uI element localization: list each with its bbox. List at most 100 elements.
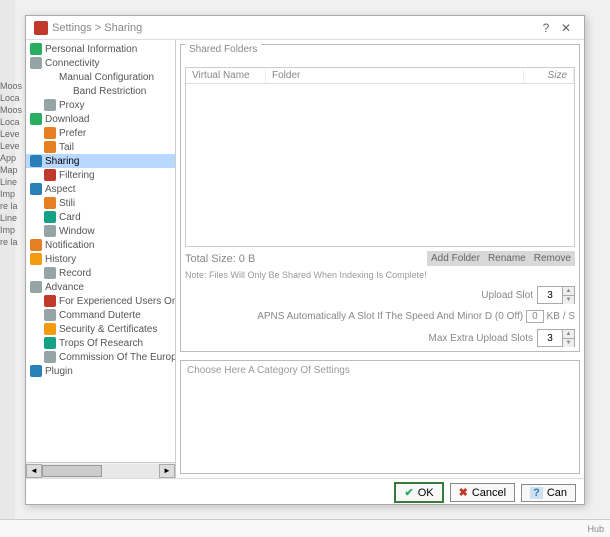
tree-node-connectivity[interactable]: Connectivity — [26, 56, 175, 70]
scroll-thumb[interactable] — [42, 465, 102, 477]
spin-up-icon[interactable]: ▲ — [562, 330, 574, 339]
tree-node-aspect[interactable]: Aspect — [26, 182, 175, 196]
rename-button[interactable]: Rename — [484, 251, 530, 266]
tree-node-label: Plugin — [45, 366, 73, 377]
tree-node-label: Band Restriction — [73, 86, 146, 97]
spin-down-icon[interactable]: ▼ — [562, 296, 574, 304]
tree-node-icon — [44, 197, 56, 209]
indexing-note: Note: Files Will Only Be Shared When Ind… — [185, 270, 575, 280]
x-icon: ✖ — [459, 486, 468, 499]
tree-node-manual-configuration[interactable]: Manual Configuration — [26, 70, 175, 84]
upload-slot-input[interactable] — [538, 287, 562, 303]
tree-node-band-restriction[interactable]: Band Restriction — [26, 84, 175, 98]
apns-unit: KB / S — [547, 311, 575, 322]
spin-up-icon[interactable]: ▲ — [562, 287, 574, 296]
tree-node-label: Window — [59, 226, 95, 237]
tree-node-label: Trops Of Research — [59, 338, 143, 349]
max-extra-input[interactable] — [538, 330, 562, 346]
tree-node-icon — [44, 211, 56, 223]
tree-node-stili[interactable]: Stili — [26, 196, 175, 210]
tree-node-icon — [44, 127, 56, 139]
ok-button[interactable]: ✔ OK — [394, 482, 443, 503]
tree-node-icon — [44, 323, 56, 335]
tree-node-label: Prefer — [59, 128, 86, 139]
category-tree[interactable]: Personal InformationConnectivity Manual C… — [26, 40, 176, 478]
col-folder[interactable]: Folder — [266, 68, 524, 83]
folder-list-body[interactable] — [186, 84, 574, 239]
help-button[interactable]: ? — [536, 21, 556, 35]
status-bar: Hub — [0, 519, 610, 537]
tree-node-label: History — [45, 254, 76, 265]
tree-node-commission-of-the-european-communities[interactable]: Commission Of The European Communities — [26, 350, 175, 364]
max-extra-spinner[interactable]: ▲ ▼ — [537, 329, 575, 347]
remove-button[interactable]: Remove — [530, 251, 575, 266]
dialog-buttons: ✔ OK ✖ Cancel ? Can — [26, 478, 584, 506]
tree-node-record[interactable]: Record — [26, 266, 175, 280]
group-title: Shared Folders — [185, 44, 261, 55]
help-dialog-button[interactable]: ? Can — [521, 484, 576, 502]
tree-node-label: Stili — [59, 198, 75, 209]
apns-value-input[interactable]: 0 — [526, 310, 544, 323]
cancel-button[interactable]: ✖ Cancel — [450, 483, 515, 502]
scroll-left-icon[interactable]: ◄ — [26, 464, 42, 478]
tree-node-label: Tail — [59, 142, 74, 153]
tree-node-prefer[interactable]: Prefer — [26, 126, 175, 140]
tree-node-label: Security & Certificates — [59, 324, 157, 335]
add-folder-button[interactable]: Add Folder — [427, 251, 484, 266]
tree-node-sharing[interactable]: Sharing — [26, 154, 175, 168]
tree-node-history[interactable]: History — [26, 252, 175, 266]
tree-node-label: Proxy — [59, 100, 85, 111]
tree-node-window[interactable]: Window — [26, 224, 175, 238]
folder-list[interactable]: Virtual Name Folder Size — [185, 67, 575, 247]
tree-node-tail[interactable]: Tail — [26, 140, 175, 154]
tree-node-personal-information[interactable]: Personal Information — [26, 42, 175, 56]
tree-node-icon — [30, 365, 42, 377]
upload-slot-spinner[interactable]: ▲ ▼ — [537, 286, 575, 304]
col-size[interactable]: Size — [524, 68, 574, 83]
tree-node-label: Record — [59, 268, 91, 279]
ok-label: OK — [418, 487, 434, 499]
total-size-label: Total Size: 0 B — [185, 253, 427, 265]
tree-node-proxy[interactable]: Proxy — [26, 98, 175, 112]
tree-node-label: Sharing — [45, 156, 79, 167]
scroll-right-icon[interactable]: ► — [159, 464, 175, 478]
help-label: Can — [547, 487, 567, 499]
cancel-label: Cancel — [472, 487, 506, 499]
tree-node-icon — [30, 281, 42, 293]
status-hub: Hub — [587, 524, 604, 534]
tree-node-download[interactable]: Download — [26, 112, 175, 126]
background-window: Moos Loca Moos Loca Leve Leve App Map Li… — [0, 0, 15, 537]
tree-node-icon — [44, 225, 56, 237]
check-icon: ✔ — [404, 486, 413, 499]
tree-node-icon — [44, 141, 56, 153]
tree-node-trops-of-research[interactable]: Trops Of Research — [26, 336, 175, 350]
col-virtual-name[interactable]: Virtual Name — [186, 68, 266, 83]
tree-node-security-certificates[interactable]: Security & Certificates — [26, 322, 175, 336]
tree-node-icon — [44, 71, 56, 83]
tree-node-advance[interactable]: Advance — [26, 280, 175, 294]
max-extra-label: Max Extra Upload Slots — [429, 333, 534, 344]
scroll-track[interactable] — [42, 464, 159, 478]
spin-down-icon[interactable]: ▼ — [562, 339, 574, 347]
apns-label: APNS Automatically A Slot If The Speed A… — [257, 311, 523, 322]
close-button[interactable]: ✕ — [556, 21, 576, 35]
tree-node-command-duterte[interactable]: Command Duterte — [26, 308, 175, 322]
tree-node-label: Manual Configuration — [59, 72, 154, 83]
tree-node-label: Filtering — [59, 170, 95, 181]
tree-node-icon — [44, 295, 56, 307]
tree-node-label: Notification — [45, 240, 94, 251]
tree-node-plugin[interactable]: Plugin — [26, 364, 175, 378]
tree-node-icon — [44, 309, 56, 321]
tree-node-icon — [44, 169, 56, 181]
tree-node-label: Personal Information — [45, 44, 137, 55]
upload-slot-label: Upload Slot — [481, 290, 533, 301]
tree-hscrollbar[interactable]: ◄ ► — [26, 462, 175, 478]
tree-node-icon — [44, 351, 56, 363]
tree-node-filtering[interactable]: Filtering — [26, 168, 175, 182]
tree-node-notification[interactable]: Notification — [26, 238, 175, 252]
tree-node-card[interactable]: Card — [26, 210, 175, 224]
tree-node-icon — [30, 57, 42, 69]
tree-node-icon — [44, 99, 56, 111]
tree-node-for-experienced-users-only[interactable]: For Experienced Users Only — [26, 294, 175, 308]
titlebar: Settings > Sharing ? ✕ — [26, 16, 584, 40]
